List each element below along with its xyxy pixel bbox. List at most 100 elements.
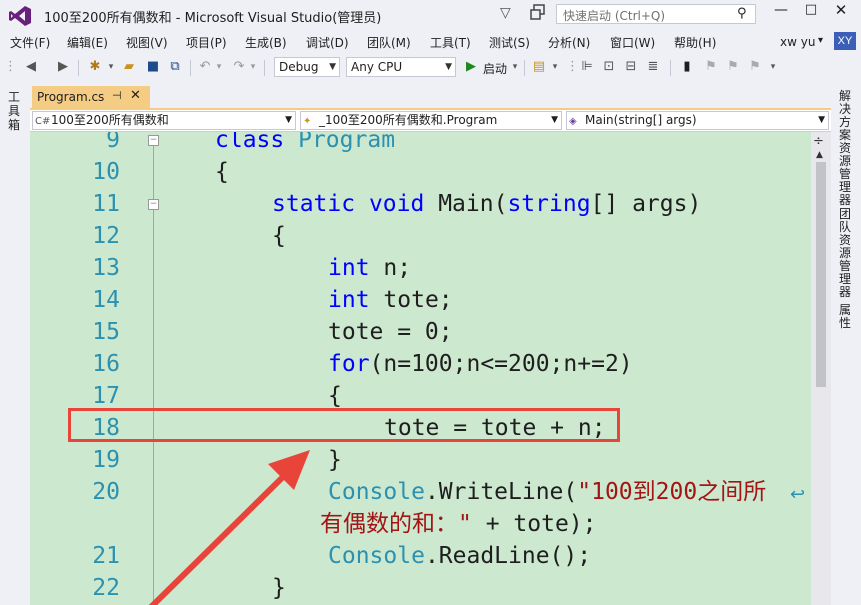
- platform-value: Any CPU: [351, 60, 402, 74]
- class-dropdown[interactable]: ✦ _100至200所有偶数和.Program ▼: [300, 111, 562, 130]
- minimize-button[interactable]: —: [770, 2, 792, 22]
- expression: + tote);: [472, 511, 597, 537]
- keyword: class: [215, 132, 284, 153]
- toolbox-tab[interactable]: 工具箱: [8, 90, 22, 132]
- solution-explorer-toolbar-icon[interactable]: ⊫: [578, 58, 596, 76]
- toolbar-grip-icon[interactable]: ⋮: [566, 58, 576, 76]
- menu-team[interactable]: 团队(M): [367, 34, 411, 51]
- feedback-filter-icon[interactable]: ▽: [500, 5, 511, 21]
- menu-file[interactable]: 文件(F): [10, 34, 50, 51]
- line-number: 16: [50, 348, 120, 380]
- right-dock: 解决方案资源管理器 团队资源管理器 属性: [831, 84, 861, 605]
- menu-edit[interactable]: 编辑(E): [67, 34, 108, 51]
- properties-tab[interactable]: 属性: [839, 304, 853, 330]
- clear-bookmarks-icon[interactable]: ⚑: [746, 58, 764, 76]
- undo-chevron-down-icon[interactable]: ▾: [214, 58, 224, 76]
- menu-view[interactable]: 视图(V): [126, 34, 168, 51]
- menu-help[interactable]: 帮助(H): [674, 34, 716, 51]
- menu-build[interactable]: 生成(B): [245, 34, 287, 51]
- chevron-down-icon: ▼: [551, 112, 558, 129]
- save-all-icon[interactable]: ⧉: [166, 58, 184, 76]
- redo-icon[interactable]: ↷: [230, 58, 248, 76]
- open-folder-icon[interactable]: ▰: [120, 58, 138, 76]
- menu-analyze[interactable]: 分析(N): [548, 34, 590, 51]
- platform-select[interactable]: Any CPU ▼: [346, 57, 456, 77]
- identifier: tote;: [383, 287, 452, 313]
- project-name: 100至200所有偶数和: [51, 113, 169, 127]
- start-debugging-play-icon[interactable]: ▶: [466, 59, 476, 74]
- project-dropdown[interactable]: C# 100至200所有偶数和 ▼: [32, 111, 296, 130]
- save-icon[interactable]: ■: [144, 58, 162, 76]
- scrollbar-thumb[interactable]: [816, 162, 826, 387]
- document-tab-strip: Program.cs ⊣ ✕: [30, 84, 831, 110]
- menu-window[interactable]: 窗口(W): [610, 34, 655, 51]
- start-debugging-button[interactable]: 启动: [483, 60, 507, 77]
- class-icon: ✦: [303, 113, 311, 130]
- chevron-down-icon: ▼: [818, 112, 825, 129]
- tab-program-cs[interactable]: Program.cs ⊣ ✕: [32, 86, 150, 108]
- loop-header: (n=100;n<=200;n+=2): [370, 351, 633, 377]
- collapse-method-icon[interactable]: −: [148, 199, 159, 210]
- comment-out-icon[interactable]: ≣: [644, 58, 662, 76]
- team-explorer-tab[interactable]: 团队资源管理器: [839, 208, 853, 299]
- menu-project[interactable]: 项目(P): [186, 34, 227, 51]
- maximize-button[interactable]: □: [800, 2, 822, 22]
- bookmark-icon[interactable]: ▮: [678, 58, 696, 76]
- previous-bookmark-icon[interactable]: ⚑: [702, 58, 720, 76]
- member-dropdown[interactable]: ◈ Main(string[] args) ▼: [566, 111, 829, 130]
- configuration-select[interactable]: Debug ▼: [274, 57, 340, 77]
- menu-debug[interactable]: 调试(D): [306, 34, 349, 51]
- toolbar-overflow-chevron-down-icon[interactable]: ▾: [768, 58, 778, 76]
- code-line-21: Console.ReadLine();: [328, 540, 591, 572]
- find-chevron-down-icon[interactable]: ▾: [550, 58, 560, 76]
- tab-label: Program.cs: [37, 90, 104, 104]
- close-tab-icon[interactable]: ✕: [130, 88, 141, 103]
- new-project-icon[interactable]: ✱: [86, 58, 104, 76]
- avatar[interactable]: XY: [834, 32, 856, 50]
- code-line-14: int tote;: [328, 284, 453, 316]
- line-number: 22: [50, 572, 120, 604]
- keyword: void: [369, 191, 424, 217]
- member-name: Main(string[] args): [585, 113, 697, 127]
- navigate-forward-icon[interactable]: ▶: [54, 58, 72, 76]
- scroll-up-icon[interactable]: ▲: [816, 150, 823, 160]
- method-call: .WriteLine(: [425, 479, 577, 505]
- code-line-15: tote = 0;: [328, 316, 453, 348]
- notifications-icon[interactable]: [530, 4, 546, 20]
- start-chevron-down-icon[interactable]: ▾: [510, 58, 520, 76]
- redo-chevron-down-icon[interactable]: ▾: [248, 58, 258, 76]
- pin-tab-icon[interactable]: ⊣: [112, 89, 122, 102]
- split-editor-icon[interactable]: ÷: [813, 134, 824, 149]
- method-name: Main(: [438, 191, 507, 217]
- close-window-button[interactable]: ✕: [830, 1, 852, 21]
- show-all-files-icon[interactable]: ⊟: [622, 58, 640, 76]
- menu-test[interactable]: 测试(S): [489, 34, 530, 51]
- keyword: int: [328, 255, 370, 281]
- user-name[interactable]: xw yu: [780, 35, 815, 49]
- word-wrap-glyph-icon: ↩: [790, 484, 805, 505]
- menu-bar: 文件(F) 编辑(E) 视图(V) 项目(P) 生成(B) 调试(D) 团队(M…: [0, 31, 861, 53]
- toolbar-separator: [524, 60, 525, 76]
- new-project-chevron-down-icon[interactable]: ▾: [106, 58, 116, 76]
- toolbar-grip-icon[interactable]: ⋮: [4, 58, 12, 76]
- navigate-back-icon[interactable]: ◀: [22, 58, 40, 76]
- search-icon[interactable]: ⚲: [737, 6, 747, 21]
- find-in-files-icon[interactable]: ▤: [530, 58, 548, 76]
- code-line-20-wrapped: 有偶数的和：" + tote);: [320, 508, 596, 540]
- collapse-class-icon[interactable]: −: [148, 135, 159, 146]
- next-bookmark-icon[interactable]: ⚑: [724, 58, 742, 76]
- chevron-down-icon: ▼: [285, 112, 292, 129]
- undo-icon[interactable]: ↶: [196, 58, 214, 76]
- visual-studio-logo-icon: [8, 5, 32, 27]
- class-view-icon[interactable]: ⊡: [600, 58, 618, 76]
- quick-launch-input[interactable]: 快速启动 (Ctrl+Q) ⚲: [556, 4, 756, 24]
- menu-tools[interactable]: 工具(T): [430, 34, 471, 51]
- code-line-10: {: [215, 156, 229, 188]
- code-line-11: static void Main(string[] args): [272, 188, 701, 220]
- parameters: [] args): [591, 191, 702, 217]
- user-menu-chevron-down-icon[interactable]: ▾: [818, 35, 823, 46]
- highlight-annotation-box: [68, 408, 620, 442]
- code-line-19: }: [328, 444, 342, 476]
- solution-explorer-tab[interactable]: 解决方案资源管理器: [839, 90, 853, 207]
- vertical-scrollbar[interactable]: ÷ ▲: [811, 132, 831, 605]
